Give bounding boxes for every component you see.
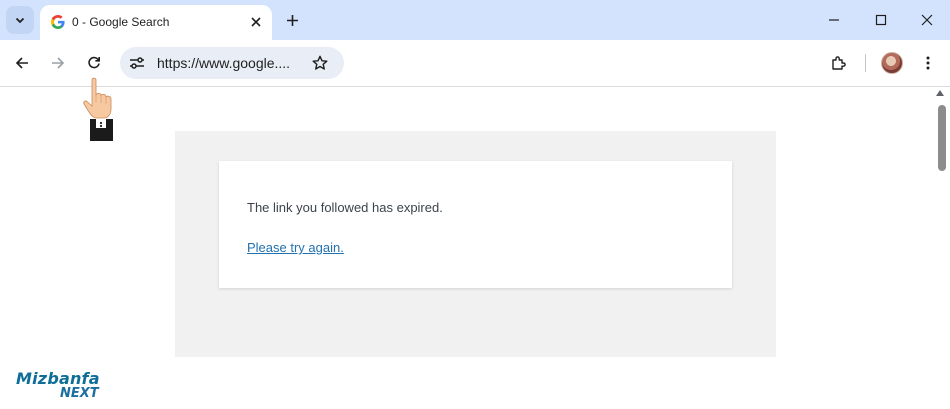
error-page-background: The link you followed has expired. Pleas… (175, 131, 776, 357)
tab-title: 0 - Google Search (72, 15, 170, 29)
site-info-button[interactable] (128, 54, 146, 72)
arrow-left-icon (15, 57, 28, 69)
puzzle-icon (832, 56, 846, 70)
error-message: The link you followed has expired. (247, 200, 443, 215)
scrollbar-thumb[interactable] (938, 105, 946, 171)
toolbar-divider (865, 54, 866, 72)
scroll-up-arrow[interactable] (936, 90, 944, 96)
minimize-icon (829, 19, 839, 21)
menu-button[interactable] (915, 50, 941, 76)
error-card: The link you followed has expired. Pleas… (219, 161, 732, 288)
hand-pointer-icon (83, 77, 113, 141)
watermark-logo: Mizbanfa NEXT (16, 369, 108, 403)
browser-toolbar: https://www.google.... (0, 40, 950, 87)
forward-button[interactable] (45, 50, 71, 76)
close-window-button[interactable] (915, 8, 939, 32)
bookmark-button[interactable] (310, 53, 330, 73)
try-again-link[interactable]: Please try again. (247, 240, 344, 255)
reload-button[interactable] (81, 50, 107, 76)
google-g-icon (51, 15, 65, 29)
plus-icon (286, 14, 298, 26)
new-tab-button[interactable] (280, 8, 304, 32)
more-vert-icon (926, 56, 930, 70)
url-text[interactable]: https://www.google.... (157, 55, 290, 71)
profile-avatar[interactable] (881, 52, 903, 74)
minimize-button[interactable] (822, 8, 846, 32)
address-bar[interactable]: https://www.google.... (120, 47, 344, 79)
extensions-button[interactable] (826, 50, 852, 76)
star-icon (312, 55, 328, 70)
watermark-sub: NEXT (60, 386, 99, 401)
page-viewport: The link you followed has expired. Pleas… (0, 87, 950, 409)
browser-tab[interactable]: 0 - Google Search (40, 5, 272, 40)
tab-search-button[interactable] (6, 6, 34, 34)
title-bar: 0 - Google Search (0, 0, 950, 40)
tune-icon (130, 57, 144, 69)
reload-icon (88, 56, 100, 69)
maximize-button[interactable] (869, 8, 893, 32)
arrow-right-icon (52, 57, 65, 69)
close-icon (921, 14, 933, 26)
maximize-icon (875, 14, 887, 26)
tab-close-button[interactable] (246, 12, 266, 32)
back-button[interactable] (9, 50, 35, 76)
chevron-down-icon (15, 17, 25, 24)
close-icon (251, 17, 261, 27)
